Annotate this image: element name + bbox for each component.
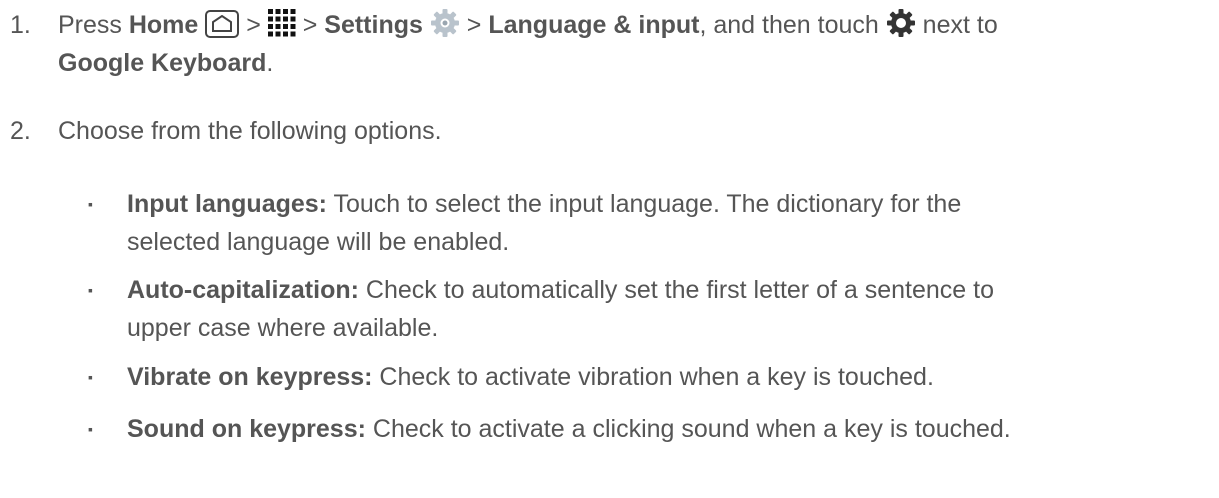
option-description: Check to activate vibration when a key i… xyxy=(372,363,934,391)
bullet-icon: ▪ xyxy=(88,196,93,212)
option-description: Touch to select the input language. The … xyxy=(327,190,962,218)
option-description: Check to automatically set the first let… xyxy=(358,276,994,304)
settings-label: Settings xyxy=(324,11,423,39)
step-text-part: Press xyxy=(58,11,129,39)
step-text-part: , and then touch xyxy=(699,11,886,39)
option-description-cont: upper case where available. xyxy=(127,314,439,342)
option-description-cont: selected language will be enabled. xyxy=(127,228,510,256)
option-input-languages: ▪ Input languages: Touch to select the i… xyxy=(88,185,1207,261)
option-auto-capitalization: ▪ Auto-capitalization: Check to automati… xyxy=(88,271,1207,347)
home-icon xyxy=(205,10,240,39)
option-term: Sound on keypress: xyxy=(127,415,366,443)
language-input-label: Language & input xyxy=(488,11,700,39)
bullet-icon: ▪ xyxy=(88,421,93,437)
option-term: Auto-capitalization: xyxy=(127,276,359,304)
option-sound-on-keypress: ▪ Sound on keypress: Check to activate a… xyxy=(88,410,1207,448)
step-text-part: . xyxy=(266,49,274,77)
step-text: Choose from the following options. xyxy=(58,117,442,145)
keyboard-settings-gear-icon xyxy=(886,8,916,38)
apps-grid-icon xyxy=(267,9,296,37)
google-keyboard-label: Google Keyboard xyxy=(58,49,267,77)
bullet-icon: ▪ xyxy=(88,282,93,298)
bullet-icon: ▪ xyxy=(88,369,93,385)
step-number: 1. xyxy=(10,11,31,39)
step-text-part: next to xyxy=(915,11,998,39)
separator: > xyxy=(459,11,489,39)
settings-gear-icon xyxy=(430,8,460,38)
separator: > xyxy=(295,11,325,39)
separator: > xyxy=(239,11,268,39)
step-number: 2. xyxy=(10,117,31,145)
home-label: Home xyxy=(128,11,199,39)
option-term: Vibrate on keypress: xyxy=(127,363,373,391)
option-vibrate-on-keypress: ▪ Vibrate on keypress: Check to activate… xyxy=(88,358,1207,396)
option-description: Check to activate a clicking sound when … xyxy=(365,415,1011,443)
option-term: Input languages: xyxy=(127,190,327,218)
step-text: Press Home > > Settings > Language & inp… xyxy=(58,6,1208,82)
